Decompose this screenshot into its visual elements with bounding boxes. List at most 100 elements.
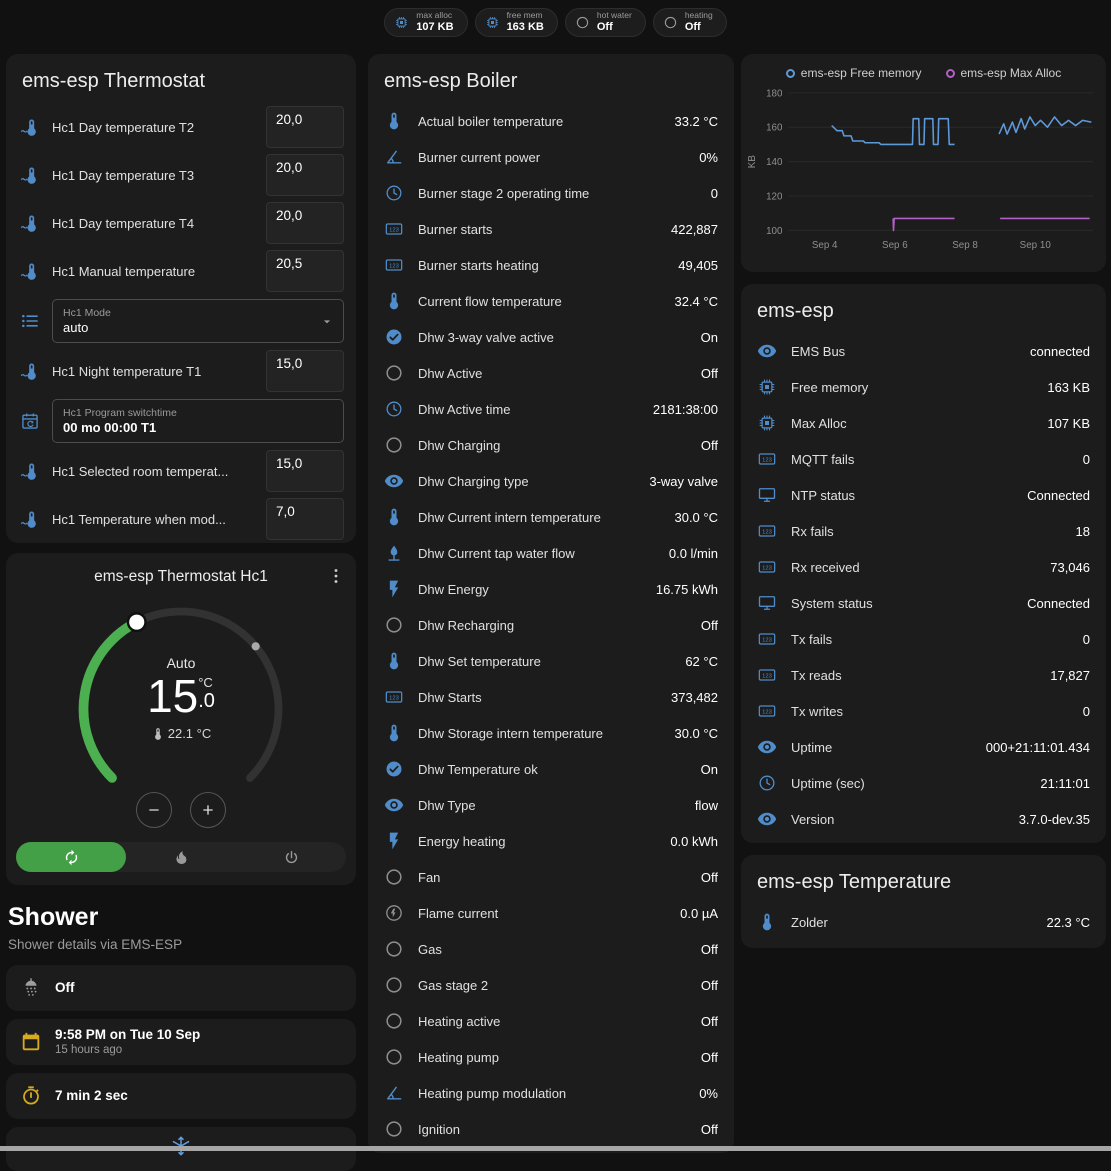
entity-row[interactable]: 123 Burner starts heating 49,405 bbox=[368, 247, 734, 283]
entity-row[interactable]: 123 Burner starts 422,887 bbox=[368, 211, 734, 247]
status-badge[interactable]: free mem 163 KB bbox=[475, 8, 558, 37]
entity-row[interactable]: Heating pump Off bbox=[368, 1039, 734, 1075]
circle-icon bbox=[384, 1119, 404, 1139]
dots-vertical-icon[interactable] bbox=[326, 566, 346, 586]
entity-row[interactable]: 123 Tx writes 0 bbox=[741, 693, 1106, 729]
entity-row[interactable]: Hc1 Day temperature T3 20,0 bbox=[6, 151, 356, 199]
status-badge[interactable]: heating Off bbox=[653, 8, 727, 37]
entity-field[interactable]: Hc1 Program switchtime 00 mo 00:00 T1 bbox=[52, 399, 344, 443]
entity-row[interactable]: Hc1 Day temperature T2 20,0 bbox=[6, 103, 356, 151]
svg-text:123: 123 bbox=[762, 673, 772, 679]
entity-label: EMS Bus bbox=[791, 344, 1016, 359]
horizontal-scrollbar[interactable] bbox=[0, 1146, 1111, 1151]
entity-row[interactable]: EMS Bus connected bbox=[741, 333, 1106, 369]
entity-row[interactable]: Burner stage 2 operating time 0 bbox=[368, 175, 734, 211]
entity-row[interactable]: Hc1 Temperature when mod... 7,0 bbox=[6, 495, 356, 543]
temp-increase-button[interactable] bbox=[190, 792, 226, 828]
badge-value: Off bbox=[685, 21, 713, 34]
entity-row[interactable]: Free memory 163 KB bbox=[741, 369, 1106, 405]
entity-row[interactable]: Dhw Current tap water flow 0.0 l/min bbox=[368, 535, 734, 571]
shower-card[interactable]: 9:58 PM on Tue 10 Sep 15 hours ago bbox=[6, 1019, 356, 1065]
status-badge[interactable]: max alloc 107 KB bbox=[384, 8, 467, 37]
entity-row[interactable]: Dhw Temperature ok On bbox=[368, 751, 734, 787]
number-input[interactable]: 20,0 bbox=[266, 106, 344, 148]
thermometer-icon bbox=[384, 291, 404, 311]
entity-row[interactable]: Current flow temperature 32.4 °C bbox=[368, 283, 734, 319]
entity-row[interactable]: Burner current power 0% bbox=[368, 139, 734, 175]
field-label: Hc1 Program switchtime bbox=[63, 407, 311, 419]
entity-row[interactable]: 123 MQTT fails 0 bbox=[741, 441, 1106, 477]
entity-field[interactable]: Hc1 Mode auto bbox=[52, 299, 344, 343]
entity-row[interactable]: Heating pump modulation 0% bbox=[368, 1075, 734, 1111]
entity-row[interactable]: Hc1 Selected room temperat... 15,0 bbox=[6, 447, 356, 495]
shower-card[interactable]: 7 min 2 sec bbox=[6, 1073, 356, 1119]
number-input[interactable]: 7,0 bbox=[266, 498, 344, 540]
entity-row[interactable]: Dhw Current intern temperature 30.0 °C bbox=[368, 499, 734, 535]
entity-row[interactable]: Fan Off bbox=[368, 859, 734, 895]
entity-row[interactable]: 123 Rx received 73,046 bbox=[741, 549, 1106, 585]
entity-row[interactable]: Dhw Charging type 3-way valve bbox=[368, 463, 734, 499]
thermo-water-icon bbox=[20, 213, 40, 233]
status-badge[interactable]: hot water Off bbox=[565, 8, 646, 37]
thermostat-settings-card: ems-esp Thermostat Hc1 Day temperature T… bbox=[6, 54, 356, 543]
entity-row[interactable]: 123 Tx fails 0 bbox=[741, 621, 1106, 657]
entity-row[interactable]: 123 Tx reads 17,827 bbox=[741, 657, 1106, 693]
number-input[interactable]: 20,0 bbox=[266, 202, 344, 244]
thermometer-icon bbox=[757, 912, 777, 932]
shower-card[interactable]: Off bbox=[6, 965, 356, 1011]
entity-row[interactable]: Hc1 Manual temperature 20,5 bbox=[6, 247, 356, 295]
entity-row[interactable]: System status Connected bbox=[741, 585, 1106, 621]
entity-row[interactable]: Gas stage 2 Off bbox=[368, 967, 734, 1003]
entity-row[interactable]: 123 Rx fails 18 bbox=[741, 513, 1106, 549]
card-title: ems-esp Thermostat bbox=[6, 54, 356, 103]
entity-row[interactable]: NTP status Connected bbox=[741, 477, 1106, 513]
entity-row[interactable]: Version 3.7.0-dev.35 bbox=[741, 801, 1106, 837]
entity-row[interactable]: Hc1 Mode auto bbox=[6, 295, 356, 347]
entity-label: Actual boiler temperature bbox=[418, 114, 660, 129]
entity-row[interactable]: Max Alloc 107 KB bbox=[741, 405, 1106, 441]
entity-row[interactable]: Heating active Off bbox=[368, 1003, 734, 1039]
entity-row[interactable]: Dhw Recharging Off bbox=[368, 607, 734, 643]
entity-row[interactable]: Zolder 22.3 °C bbox=[741, 904, 1106, 940]
hvac-mode-button[interactable] bbox=[16, 842, 126, 872]
number-input[interactable]: 15,0 bbox=[266, 350, 344, 392]
entity-row[interactable]: Dhw Storage intern temperature 30.0 °C bbox=[368, 715, 734, 751]
number-input[interactable]: 20,0 bbox=[266, 154, 344, 196]
svg-text:Sep 6: Sep 6 bbox=[882, 240, 908, 251]
entity-row[interactable]: Dhw Energy 16.75 kWh bbox=[368, 571, 734, 607]
number-input[interactable]: 15,0 bbox=[266, 450, 344, 492]
entity-row[interactable]: Dhw 3-way valve active On bbox=[368, 319, 734, 355]
entity-label: Dhw Starts bbox=[418, 690, 657, 705]
entity-row[interactable]: Hc1 Night temperature T1 15,0 bbox=[6, 347, 356, 395]
entity-row[interactable]: Hc1 Day temperature T4 20,0 bbox=[6, 199, 356, 247]
entity-row[interactable]: Flame current 0.0 µA bbox=[368, 895, 734, 931]
entity-row[interactable]: Hc1 Program switchtime 00 mo 00:00 T1 bbox=[6, 395, 356, 447]
entity-row[interactable]: Energy heating 0.0 kWh bbox=[368, 823, 734, 859]
entity-value: Off bbox=[701, 438, 718, 453]
svg-text:120: 120 bbox=[766, 191, 783, 202]
circle-icon bbox=[384, 435, 404, 455]
hvac-mode-button[interactable] bbox=[126, 842, 236, 872]
entity-row[interactable]: Ignition Off bbox=[368, 1111, 734, 1147]
entity-row[interactable]: Uptime 000+21:11:01.434 bbox=[741, 729, 1106, 765]
entity-row[interactable]: Actual boiler temperature 33.2 °C bbox=[368, 103, 734, 139]
legend-item[interactable]: ems-esp Free memory bbox=[786, 66, 922, 80]
hvac-mode-button[interactable] bbox=[236, 842, 346, 872]
card-title: ems-esp Temperature bbox=[741, 855, 1106, 904]
legend-item[interactable]: ems-esp Max Alloc bbox=[946, 66, 1062, 80]
entity-label: Heating active bbox=[418, 1014, 687, 1029]
temp-decrease-button[interactable] bbox=[136, 792, 172, 828]
entity-row[interactable]: 123 Dhw Starts 373,482 bbox=[368, 679, 734, 715]
number-input[interactable]: 20,5 bbox=[266, 250, 344, 292]
entity-row[interactable]: Dhw Active time 2181:38:00 bbox=[368, 391, 734, 427]
entity-row[interactable]: Dhw Active Off bbox=[368, 355, 734, 391]
entity-label: Hc1 Temperature when mod... bbox=[52, 512, 254, 527]
entity-row[interactable]: Dhw Set temperature 62 °C bbox=[368, 643, 734, 679]
svg-text:123: 123 bbox=[389, 695, 399, 701]
entity-row[interactable]: Uptime (sec) 21:11:01 bbox=[741, 765, 1106, 801]
entity-row[interactable]: Dhw Charging Off bbox=[368, 427, 734, 463]
entity-row[interactable]: Gas Off bbox=[368, 931, 734, 967]
entity-label: Rx fails bbox=[791, 524, 1062, 539]
thermostat-hc1-card: ems-esp Thermostat Hc1 Auto 15 °C .0 bbox=[6, 553, 356, 885]
entity-row[interactable]: Dhw Type flow bbox=[368, 787, 734, 823]
